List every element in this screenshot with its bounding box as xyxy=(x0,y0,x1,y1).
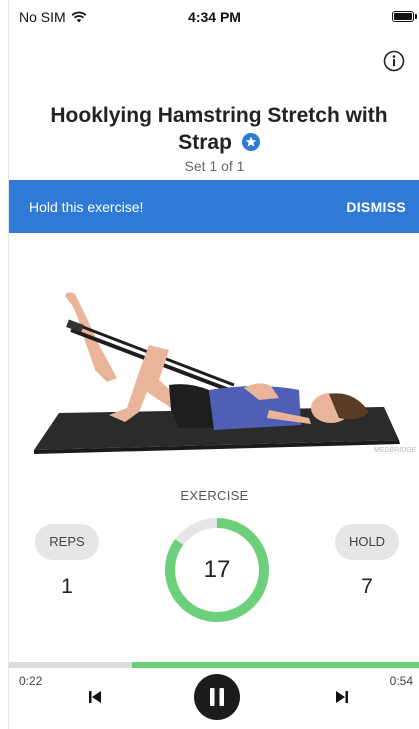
elapsed-time: 0:22 xyxy=(19,674,43,688)
exercise-label: EXERCISE xyxy=(180,488,249,503)
status-bar: No SIM 4:34 PM xyxy=(9,0,419,34)
playback-progress-bar[interactable] xyxy=(9,662,419,668)
clock: 4:34 PM xyxy=(188,9,241,25)
pause-button[interactable] xyxy=(194,674,240,720)
set-indicator: Set 1 of 1 xyxy=(184,158,245,174)
exercise-title-text: Hooklying Hamstring Stretch with Strap xyxy=(50,104,388,154)
illustration-watermark: MEDBRIDGE xyxy=(374,447,417,454)
exercise-illustration: MEDBRIDGE xyxy=(34,292,417,454)
banner-message: Hold this exercise! xyxy=(29,199,144,215)
hold-banner: Hold this exercise! DISMISS xyxy=(9,180,419,233)
info-icon[interactable] xyxy=(383,50,405,72)
reps-value: 1 xyxy=(61,575,73,598)
exercise-screen: No SIM 4:34 PM Hooklying Hamstring Stret… xyxy=(8,0,419,729)
exercise-title: Hooklying Hamstring Stretch with Strap xyxy=(39,102,399,156)
skip-previous-icon[interactable] xyxy=(85,688,105,706)
skip-next-icon[interactable] xyxy=(332,688,352,706)
playback-progress-fill xyxy=(9,662,133,668)
exercise-counter: 17 xyxy=(203,556,231,583)
dismiss-button[interactable]: DISMISS xyxy=(346,199,406,215)
battery-icon xyxy=(392,11,417,22)
star-badge-icon xyxy=(241,133,260,151)
hold-pill: HOLD xyxy=(335,524,399,560)
pause-icon xyxy=(210,688,224,706)
hold-value: 7 xyxy=(361,575,373,598)
total-time: 0:54 xyxy=(389,674,413,688)
reps-pill: REPS xyxy=(35,524,99,560)
